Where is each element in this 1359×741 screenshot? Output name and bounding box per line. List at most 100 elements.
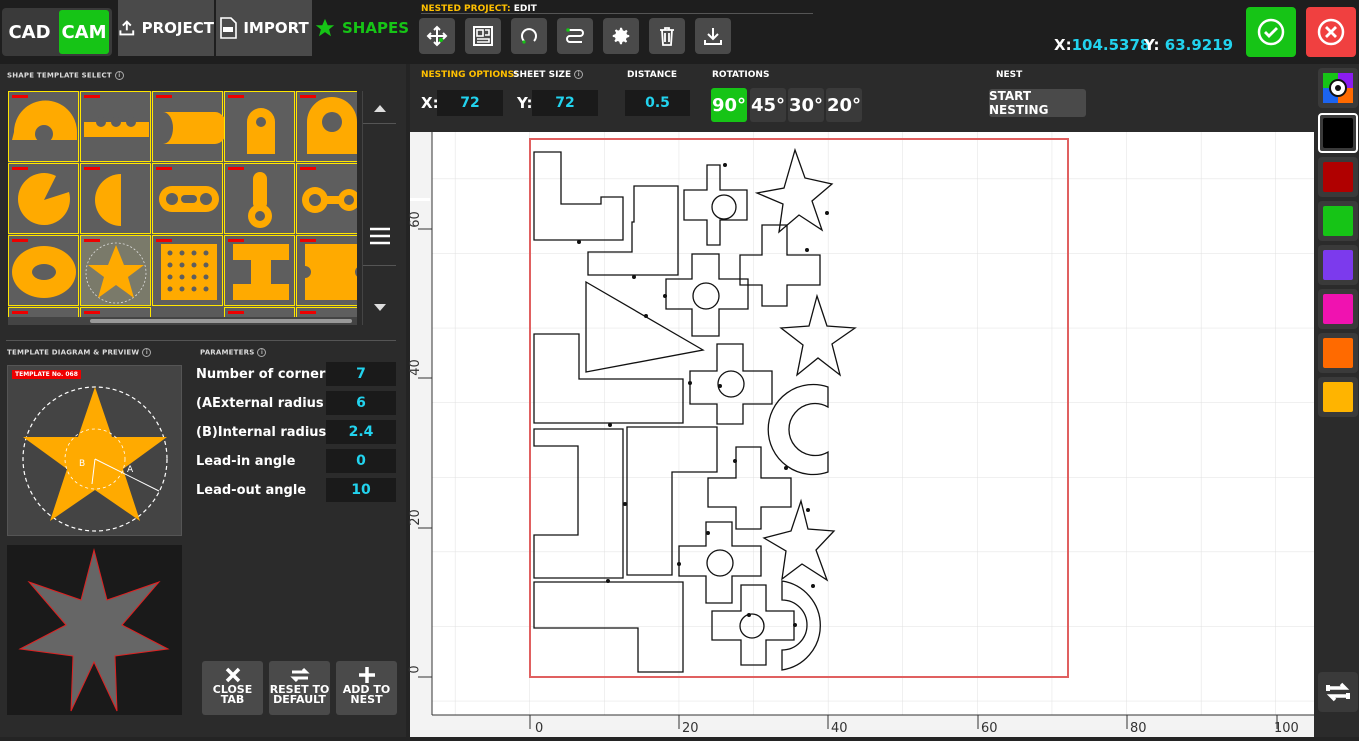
path-button[interactable] bbox=[557, 18, 593, 54]
nesting-canvas[interactable]: 0 20 40 60 80 100 0 20 40 60 bbox=[407, 132, 1314, 737]
confirm-button[interactable] bbox=[1246, 7, 1296, 57]
close-tab-button[interactable]: CLOSE TAB bbox=[202, 661, 263, 715]
template-cell[interactable] bbox=[8, 91, 79, 162]
info-icon[interactable]: i bbox=[142, 348, 152, 357]
color-swatch-orange[interactable] bbox=[1318, 333, 1358, 373]
layout-icon bbox=[473, 26, 493, 46]
slotted-bar-icon bbox=[84, 117, 149, 137]
swatch-fill bbox=[1323, 250, 1353, 280]
template-cell[interactable] bbox=[152, 163, 223, 234]
x-tick-label: 20 bbox=[682, 721, 699, 736]
template-cell[interactable] bbox=[152, 91, 224, 162]
cam-mode-button[interactable]: CAM bbox=[59, 10, 109, 54]
download-icon bbox=[704, 28, 722, 45]
parameters-label: PARAMETERS i bbox=[200, 348, 267, 357]
template-cell[interactable] bbox=[8, 235, 79, 306]
notched-plate-icon bbox=[305, 244, 357, 300]
color-settings-button[interactable] bbox=[1318, 68, 1358, 108]
x-coordinate: X:104.5378 bbox=[1054, 36, 1150, 54]
close-button[interactable] bbox=[1306, 7, 1356, 57]
template-cell-selected[interactable] bbox=[80, 235, 151, 306]
swatch-fill bbox=[1323, 206, 1353, 236]
color-swatch-green[interactable] bbox=[1318, 201, 1358, 241]
sheet-size-text: SHEET SIZE bbox=[513, 70, 572, 80]
x-coordinate-value: 104.5378 bbox=[1071, 36, 1151, 54]
rotation-45-button[interactable]: 45° bbox=[750, 88, 786, 122]
sheet-y-input[interactable]: 72 bbox=[532, 90, 598, 116]
y-tick-label: 60 bbox=[407, 211, 423, 228]
reset-icon bbox=[289, 667, 310, 683]
template-cell[interactable] bbox=[80, 91, 151, 162]
template-cell[interactable] bbox=[296, 91, 357, 162]
horizontal-scrollbar[interactable] bbox=[8, 317, 357, 325]
y-tick-label: 20 bbox=[407, 509, 423, 526]
template-grid[interactable] bbox=[8, 91, 357, 325]
move-button[interactable] bbox=[419, 18, 455, 54]
swap-button[interactable] bbox=[1318, 672, 1358, 712]
reset-to-default-button[interactable]: RESET TO DEFAULT bbox=[269, 661, 330, 715]
color-swatch-red[interactable] bbox=[1318, 157, 1358, 197]
external-radius-input[interactable]: 6 bbox=[326, 391, 396, 415]
cad-cam-switch[interactable]: CAD CAM bbox=[2, 8, 112, 56]
tab-import-label: IMPORT bbox=[243, 19, 309, 37]
scroll-up-icon[interactable] bbox=[372, 103, 388, 113]
tab-shapes[interactable]: SHAPES bbox=[314, 0, 409, 56]
x-tick-label: 0 bbox=[535, 721, 544, 736]
template-cell[interactable] bbox=[8, 163, 79, 234]
arch-shape-icon bbox=[12, 100, 77, 143]
template-cell[interactable] bbox=[80, 163, 151, 234]
info-icon[interactable]: i bbox=[114, 71, 124, 80]
swatch-fill bbox=[1323, 338, 1353, 368]
color-swatch-pink[interactable] bbox=[1318, 289, 1358, 329]
info-icon[interactable]: i bbox=[574, 70, 584, 79]
path-icon bbox=[566, 28, 584, 43]
star-icon bbox=[315, 18, 335, 37]
template-cell[interactable] bbox=[152, 235, 223, 306]
canvas-drawing bbox=[410, 132, 1314, 737]
rotation-90-button[interactable]: 90° bbox=[711, 88, 747, 122]
color-swatch-purple[interactable] bbox=[1318, 245, 1358, 285]
download-button[interactable] bbox=[695, 18, 731, 54]
template-cell[interactable] bbox=[224, 91, 295, 162]
template-cell[interactable] bbox=[224, 163, 295, 234]
y-coordinate-value: 63.9219 bbox=[1164, 36, 1234, 54]
i-beam-shape-icon bbox=[233, 244, 289, 300]
dxf-file-icon bbox=[220, 17, 238, 39]
swatch-fill bbox=[1323, 162, 1353, 192]
rotation-20-button[interactable]: 20° bbox=[826, 88, 862, 122]
distance-input[interactable]: 0.5 bbox=[625, 90, 690, 116]
tab-import[interactable]: IMPORT bbox=[216, 0, 312, 56]
template-cell[interactable] bbox=[296, 163, 357, 234]
template-diagram-label: TEMPLATE DIAGRAM & PREVIEW i bbox=[7, 348, 152, 357]
y-coordinate-label: Y: bbox=[1144, 36, 1160, 54]
color-swatch-yellow[interactable] bbox=[1318, 377, 1358, 417]
tab-project[interactable]: PROJECT bbox=[118, 0, 214, 56]
lead-out-angle-input[interactable]: 10 bbox=[326, 478, 396, 502]
rotate-button[interactable] bbox=[511, 18, 547, 54]
info-icon[interactable]: i bbox=[257, 348, 267, 357]
gear-icon bbox=[612, 27, 630, 45]
internal-radius-input[interactable]: 2.4 bbox=[326, 420, 396, 444]
start-nesting-button[interactable]: START NESTING bbox=[989, 89, 1086, 117]
corners-input[interactable]: 7 bbox=[326, 362, 396, 386]
settings-button[interactable] bbox=[603, 18, 639, 54]
lead-in-angle-input[interactable]: 0 bbox=[326, 449, 396, 473]
template-cell[interactable] bbox=[296, 235, 357, 306]
radius-b-letter: B bbox=[79, 459, 86, 469]
layout-button[interactable] bbox=[465, 18, 501, 54]
template-cell[interactable] bbox=[224, 235, 295, 306]
cad-mode-button[interactable]: CAD bbox=[2, 8, 57, 56]
star-shape-icon bbox=[85, 242, 147, 304]
color-swatch-black[interactable] bbox=[1318, 113, 1358, 153]
add-to-nest-button[interactable]: ADD TO NEST bbox=[336, 661, 397, 715]
menu-icon[interactable] bbox=[369, 227, 391, 245]
horizontal-scroll-thumb[interactable] bbox=[90, 319, 352, 323]
delete-button[interactable] bbox=[649, 18, 685, 54]
scroll-down-icon[interactable] bbox=[372, 303, 388, 313]
check-circle-icon bbox=[1257, 18, 1285, 46]
nest-label: NEST bbox=[996, 70, 1023, 80]
y-coordinate: Y: 63.9219 bbox=[1144, 36, 1233, 54]
sheet-x-input[interactable]: 72 bbox=[437, 90, 503, 116]
swatch-fill bbox=[1323, 294, 1353, 324]
rotation-30-button[interactable]: 30° bbox=[788, 88, 824, 122]
